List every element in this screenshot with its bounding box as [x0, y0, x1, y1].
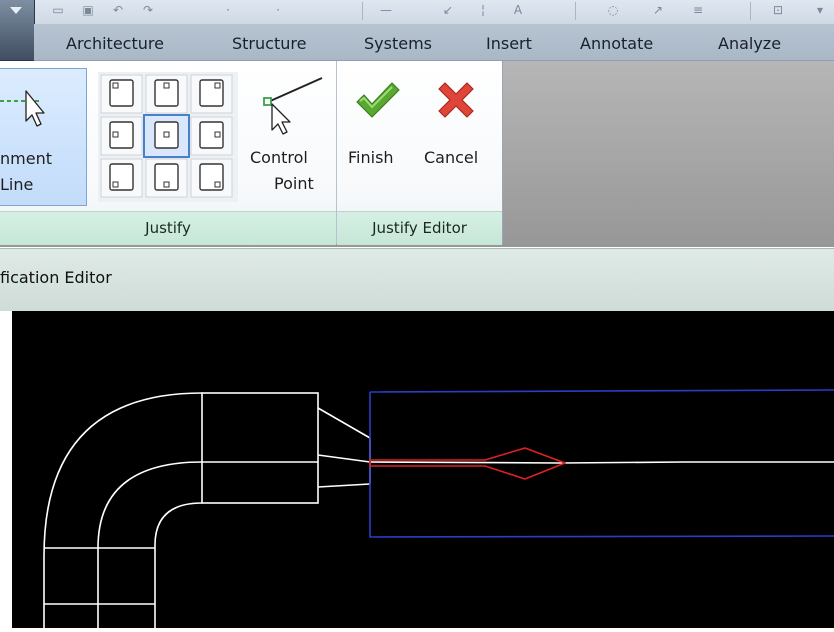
- elbow-outer-arc: [43, 392, 203, 628]
- green-checkmark-icon: [356, 82, 400, 118]
- open-icon[interactable]: ▭: [50, 3, 66, 17]
- customize-icon[interactable]: ▾: [812, 3, 828, 17]
- selection-box: [369, 389, 834, 538]
- justify-top-right-button[interactable]: [191, 75, 232, 113]
- application-menu-button[interactable]: [0, 0, 35, 61]
- context-title: fication Editor: [0, 268, 112, 287]
- duct-drawing: [43, 389, 834, 628]
- control-point-button[interactable]: Control Point: [246, 68, 332, 206]
- duct-run-centerline: [369, 461, 834, 464]
- transition-bottom: [317, 483, 371, 488]
- tab-structure[interactable]: Structure: [232, 34, 306, 53]
- 3d-view-icon[interactable]: ◌: [605, 3, 621, 17]
- undo-icon[interactable]: ↶: [110, 3, 126, 17]
- section-icon[interactable]: ↗: [650, 3, 666, 17]
- drawing-canvas[interactable]: [12, 311, 834, 628]
- justify-middle-right-button[interactable]: [191, 117, 232, 155]
- dropdown-arrow-icon: [10, 7, 22, 14]
- justify-panel-title: Justify: [0, 211, 336, 245]
- measure-icon[interactable]: —: [378, 3, 394, 17]
- finish-button[interactable]: Finish: [344, 68, 416, 188]
- tab-systems[interactable]: Systems: [364, 34, 432, 53]
- alignment-line-icon: [0, 90, 45, 127]
- alignment-line-label-2: Line: [0, 175, 34, 194]
- justify-top-left-button[interactable]: [101, 75, 142, 113]
- close-hidden-icon[interactable]: ≡: [690, 3, 706, 17]
- finish-label: Finish: [348, 148, 394, 167]
- justify-bottom-center-button[interactable]: [146, 159, 187, 197]
- duct-segment: [201, 392, 834, 504]
- justify-center-button[interactable]: [146, 117, 187, 155]
- justify-editor-panel-title: Justify Editor: [337, 211, 502, 245]
- justify-top-center-button[interactable]: [146, 75, 187, 113]
- duct-elbow: [43, 392, 203, 628]
- justify-bottom-left-button[interactable]: [101, 159, 142, 197]
- alignment-line-label-1: nment: [0, 149, 52, 168]
- control-point-icon: [263, 77, 323, 135]
- duct-rectangle: [201, 392, 319, 504]
- transition-center: [317, 454, 371, 463]
- tag-icon[interactable]: ¦: [475, 3, 491, 17]
- control-point-label-2: Point: [274, 174, 314, 193]
- elbow-middle-arc: [97, 461, 203, 628]
- ribbon-tab-bar: Architecture Structure Systems Insert An…: [34, 24, 834, 61]
- toolbar-separator: [750, 2, 751, 20]
- text-icon[interactable]: A: [510, 3, 526, 17]
- cancel-label: Cancel: [424, 148, 479, 167]
- transition-top: [317, 407, 371, 439]
- control-point-label-1: Control: [250, 148, 308, 167]
- elbow-inner-arc: [154, 502, 203, 628]
- tab-annotate[interactable]: Annotate: [580, 34, 653, 53]
- justification-grid: [98, 72, 238, 202]
- tab-architecture[interactable]: Architecture: [66, 34, 164, 53]
- tab-insert[interactable]: Insert: [486, 34, 532, 53]
- justify-bottom-right-button[interactable]: [191, 159, 232, 197]
- dimension-icon[interactable]: ↙: [440, 3, 456, 17]
- toolbar-separator: [575, 2, 576, 20]
- justify-middle-left-button[interactable]: [101, 117, 142, 155]
- toolbar-separator: [362, 2, 363, 20]
- cancel-button[interactable]: Cancel: [420, 68, 498, 188]
- switch-windows-icon[interactable]: ⊡: [770, 3, 786, 17]
- red-x-icon: [438, 82, 474, 118]
- redo-icon[interactable]: ↷: [140, 3, 156, 17]
- context-bar: [0, 248, 834, 312]
- canvas-left-margin: [0, 311, 12, 628]
- save-icon[interactable]: ▣: [80, 3, 96, 17]
- print-icon[interactable]: ·: [220, 3, 236, 17]
- tab-analyze[interactable]: Analyze: [718, 34, 781, 53]
- alignment-line-button[interactable]: nment Line: [0, 68, 87, 206]
- sync-icon[interactable]: ·: [270, 3, 286, 17]
